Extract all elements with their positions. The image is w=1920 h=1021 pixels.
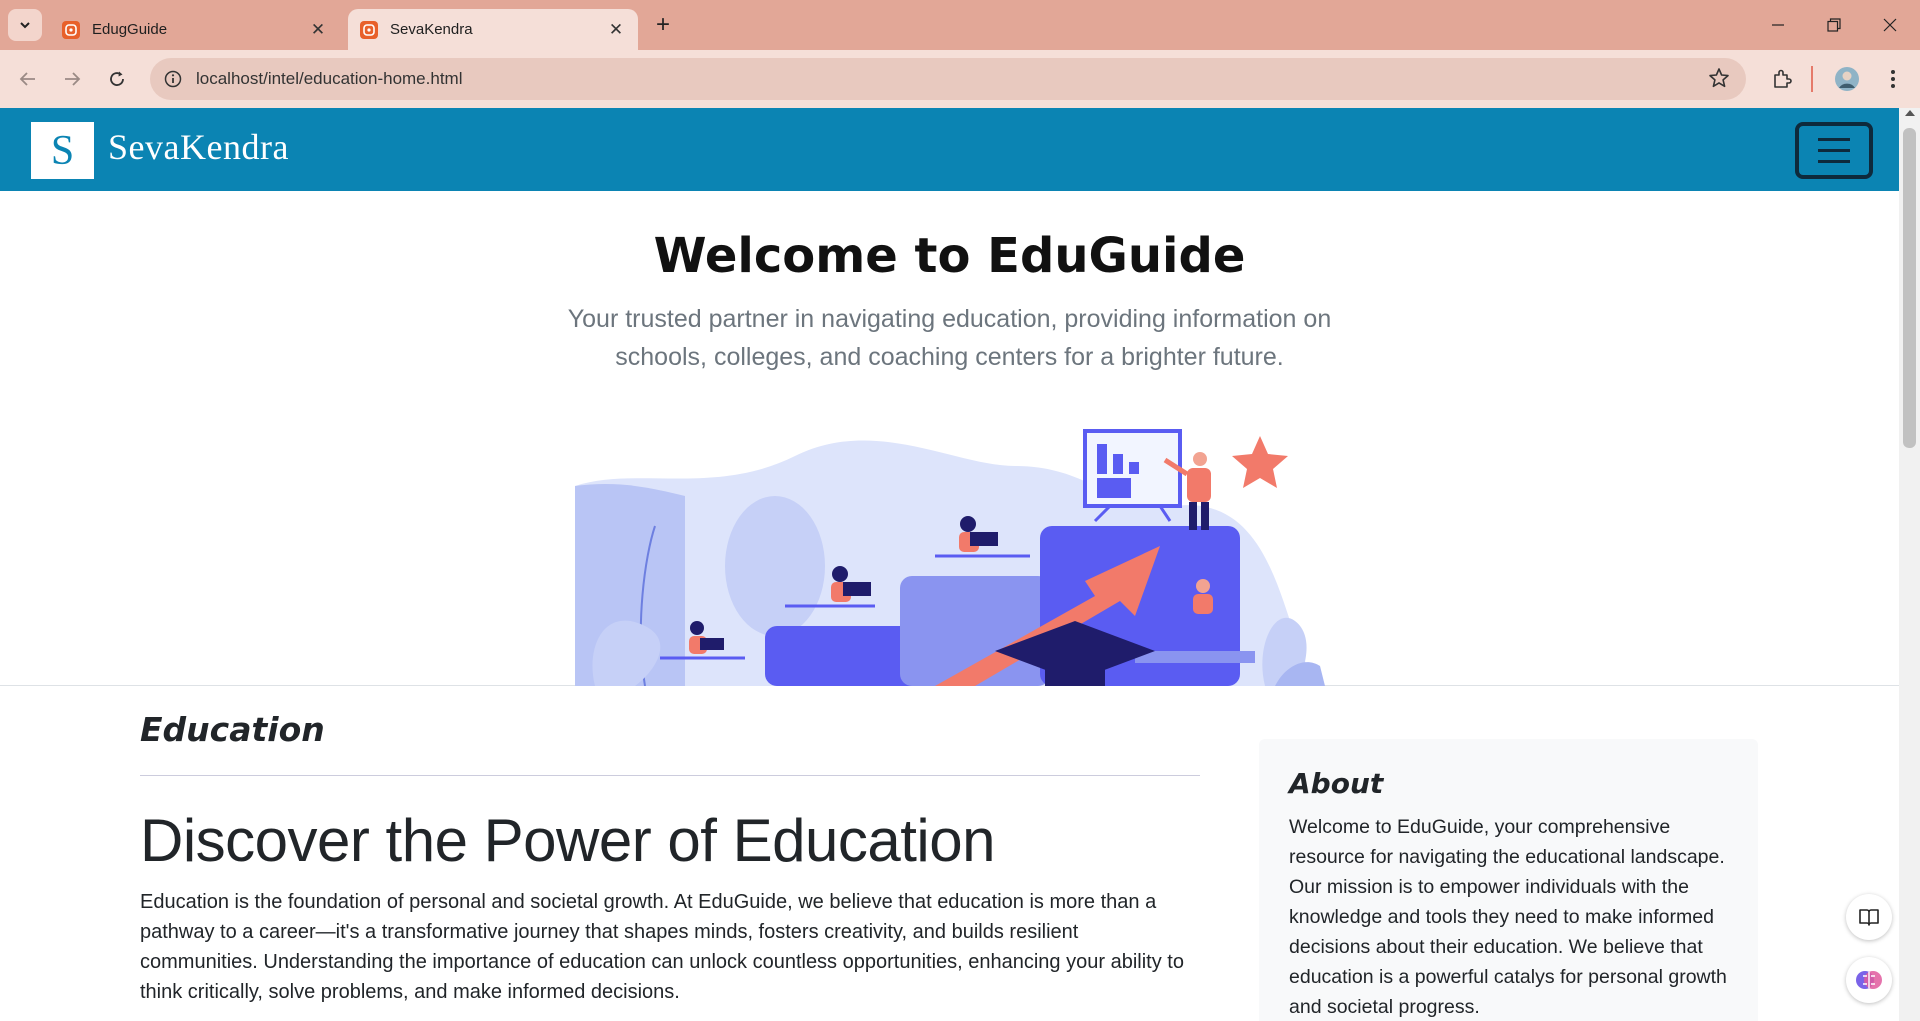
site-navbar: S SevaKendra: [0, 108, 1899, 191]
content-heading: Discover the Power of Education: [140, 807, 995, 874]
scrollbar-thumb[interactable]: [1903, 128, 1916, 448]
ai-assistant-icon[interactable]: [1846, 957, 1892, 1003]
hero-subtitle: Your trusted partner in navigating educa…: [567, 305, 1332, 371]
content-body: Education is the foundation of personal …: [140, 891, 1184, 1003]
site-info-icon[interactable]: [160, 66, 186, 92]
about-sidebar: About Welcome to EduGuide, your comprehe…: [1259, 739, 1758, 1021]
browser-tab-bar: EdugGuide ✕ SevaKendra ✕ +: [0, 0, 1920, 50]
new-tab-icon[interactable]: +: [650, 11, 676, 38]
tab-list-button[interactable]: [8, 9, 42, 41]
scroll-up-icon[interactable]: [1905, 110, 1915, 116]
toolbar-divider: [1811, 66, 1813, 92]
reload-icon[interactable]: [101, 63, 133, 95]
page-viewport: S SevaKendra Welcome to EduGuide Your tr…: [0, 108, 1899, 1021]
about-body: Welcome to EduGuide, your comprehensive …: [1289, 816, 1727, 1018]
main-content: Education Discover the Power of Educatio…: [140, 710, 1200, 1007]
back-icon[interactable]: [12, 63, 44, 95]
close-icon[interactable]: ✕: [606, 20, 626, 40]
minimize-icon[interactable]: [1758, 8, 1798, 42]
tab-edugguide[interactable]: EdugGuide ✕: [50, 9, 340, 50]
tab-title: EdugGuide: [92, 21, 168, 38]
profile-avatar[interactable]: [1831, 63, 1863, 95]
browser-toolbar: localhost/intel/education-home.html: [0, 50, 1920, 108]
section-title: Education: [140, 710, 325, 749]
hero-title: Welcome to EduGuide: [653, 228, 1246, 284]
about-title: About: [1289, 767, 1384, 800]
close-icon[interactable]: ✕: [308, 20, 328, 40]
favicon-icon: [62, 20, 80, 39]
divider: [140, 775, 1200, 776]
tab-sevakendra[interactable]: SevaKendra ✕: [348, 9, 638, 50]
address-bar[interactable]: localhost/intel/education-home.html: [150, 58, 1746, 100]
hero-section: Welcome to EduGuide Your trusted partner…: [0, 191, 1899, 686]
window-close-icon[interactable]: [1870, 8, 1910, 42]
more-menu-icon[interactable]: [1877, 63, 1909, 95]
favicon-icon: [360, 20, 378, 39]
page-scrollbar[interactable]: [1899, 108, 1920, 1021]
brand-logo[interactable]: S: [31, 122, 94, 179]
bookmark-star-icon[interactable]: [1708, 67, 1730, 94]
extensions-icon[interactable]: [1766, 63, 1798, 95]
brand-name[interactable]: SevaKendra: [108, 126, 289, 168]
url-text: localhost/intel/education-home.html: [196, 69, 463, 88]
tab-title: SevaKendra: [390, 21, 473, 38]
tab-list-icon: [20, 22, 30, 29]
education-illustration: [575, 429, 1325, 686]
hamburger-icon[interactable]: [1795, 122, 1873, 179]
reading-mode-icon[interactable]: [1846, 894, 1892, 940]
restore-icon[interactable]: [1814, 8, 1854, 42]
forward-icon[interactable]: [56, 63, 88, 95]
